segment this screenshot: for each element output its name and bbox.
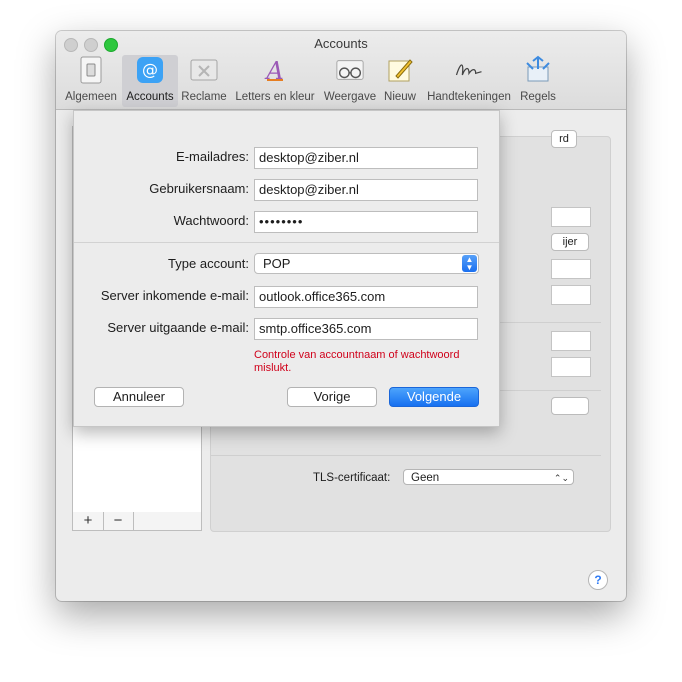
email-label: E-mailadres: [176,149,249,164]
email-field[interactable]: desktop@ziber.nl [254,147,478,169]
previous-button[interactable]: Vorige [287,387,377,407]
detail-partial-select[interactable]: ijer [551,233,589,251]
note-pencil-icon [385,55,415,85]
account-type-label: Type account: [168,256,249,271]
list-buttons-bar: + − [72,512,202,531]
toolbar-item-nieuw[interactable]: Nieuw [382,55,418,107]
tls-value: Geen [411,472,440,484]
divider [211,455,601,456]
toolbar-item-weergave[interactable]: Weergave [320,55,380,107]
detail-select[interactable] [551,397,589,415]
glasses-icon [335,55,365,85]
tls-label: TLS-certificaat: [313,472,391,484]
trash-icon [189,55,219,85]
detail-partial-button[interactable]: rd [551,130,577,148]
incoming-server-label: Server inkomende e-mail: [100,288,249,303]
account-type-value: POP [263,256,291,271]
outgoing-server-label: Server uitgaande e-mail: [107,320,249,335]
toolbar-item-accounts[interactable]: @ Accounts [122,55,178,107]
detail-field[interactable] [551,331,591,351]
add-account-sheet: E-mailadres: desktop@ziber.nl Gebruikers… [73,110,500,427]
help-button[interactable]: ? [588,570,608,590]
outgoing-server-field[interactable]: smtp.office365.com [254,318,478,340]
password-field[interactable]: •••••••• [254,211,478,233]
error-message: Controle van accountnaam of wachtwoord m… [254,349,460,374]
detail-field[interactable] [551,357,591,377]
window-title: Accounts [314,36,368,51]
toolbar-item-reclame[interactable]: Reclame [180,55,228,107]
at-sign-icon: @ [135,55,165,85]
cancel-button[interactable]: Annuleer [94,387,184,407]
remove-account-button[interactable]: − [103,512,134,530]
username-field[interactable]: desktop@ziber.nl [254,179,478,201]
chevron-updown-icon: ⌃⌄ [553,473,569,483]
toolbar-item-regels[interactable]: Regels [518,55,558,107]
chevron-updown-icon: ▲ ▼ [462,255,477,272]
rules-envelope-icon [523,55,553,85]
detail-field[interactable] [551,259,591,279]
detail-field[interactable] [551,285,591,305]
light-switch-icon [76,55,106,85]
tls-certificate-select[interactable]: Geen ⌃⌄ [403,469,574,485]
divider [74,242,499,243]
detail-field[interactable] [551,207,591,227]
font-color-icon: A [260,55,290,85]
account-type-select[interactable]: POP ▲ ▼ [254,253,479,274]
incoming-server-field[interactable]: outlook.office365.com [254,286,478,308]
add-account-button[interactable]: + [73,512,104,530]
password-label: Wachtwoord: [173,213,249,228]
next-button[interactable]: Volgende [389,387,479,407]
svg-text:@: @ [142,60,158,79]
toolbar-item-algemeen[interactable]: Algemeen [61,55,121,107]
toolbar: Accounts Algemeen @ Accounts Reclame A L… [56,31,626,110]
toolbar-item-handtekeningen[interactable]: Handtekeningen [424,55,514,107]
toolbar-item-letters-en-kleur[interactable]: A Letters en kleur [232,55,318,107]
signature-icon [454,55,484,85]
username-label: Gebruikersnaam: [149,181,249,196]
